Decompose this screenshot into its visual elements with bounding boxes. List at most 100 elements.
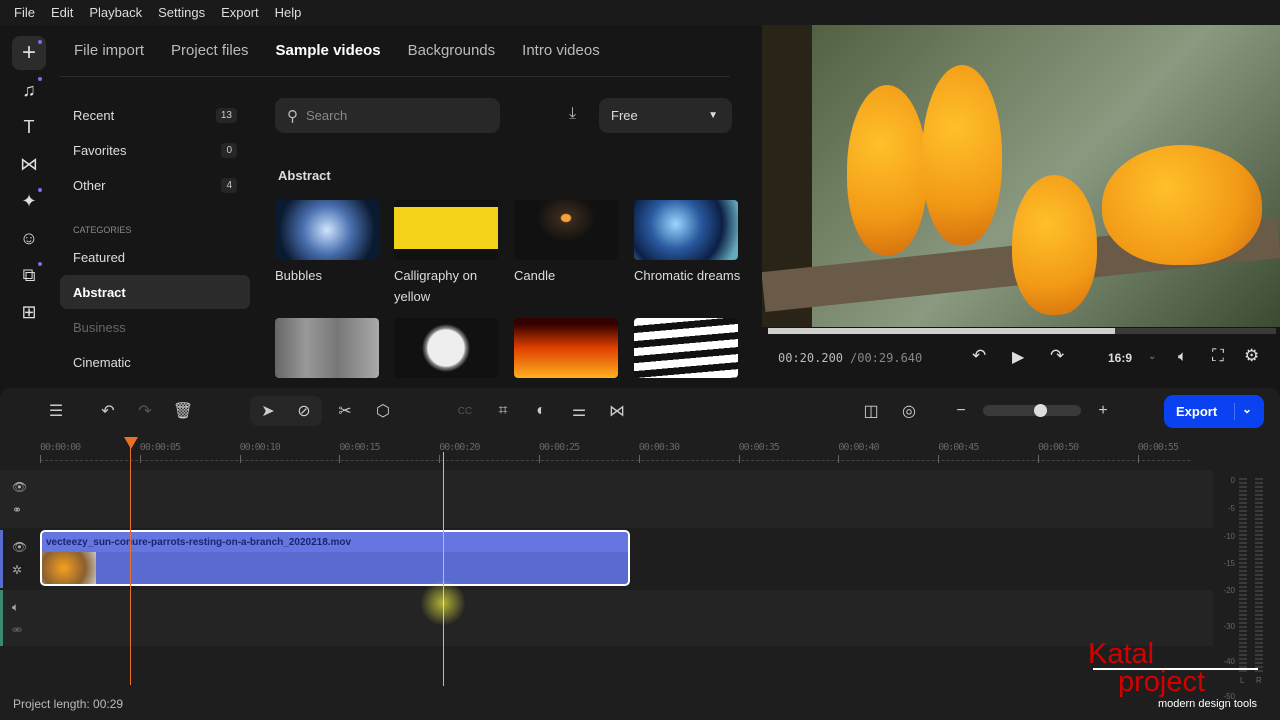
ruler-tick-label: 00:00:50 (1038, 442, 1079, 453)
marker-icon[interactable]: ⬡ (371, 400, 395, 422)
sticker-icon[interactable]: ☺ (12, 221, 46, 255)
category-abstract[interactable]: Abstract (60, 275, 250, 309)
ruler-tick-label: 00:00:35 (738, 442, 780, 453)
plus-icon[interactable]: + (12, 36, 46, 70)
category-business[interactable]: Business (60, 310, 250, 344)
ruler-tick-label: 00:00:25 (539, 442, 580, 453)
thumb-chromatic[interactable] (634, 200, 738, 260)
category-cinematic[interactable]: Cinematic (60, 345, 250, 379)
tab-file-import[interactable]: File import (74, 42, 144, 59)
audio-detach-icon[interactable]: ◫ (859, 400, 883, 422)
chevron-down-icon[interactable]: ⌄ (1242, 402, 1252, 416)
zoom-in-icon[interactable]: + (1091, 400, 1115, 422)
fullscreen-icon[interactable]: ⛶ (1212, 346, 1224, 366)
audio-track[interactable] (0, 590, 1213, 646)
category-featured[interactable]: Featured (60, 240, 250, 274)
playback-progress[interactable] (768, 328, 1276, 334)
video-track-1[interactable] (0, 470, 1213, 528)
scissors-icon[interactable]: ✂ (333, 400, 357, 422)
eye-icon[interactable]: 👁︎ (12, 480, 27, 494)
timeline-clip[interactable]: vecteezy_sun-conure-parrots-resting-on-a… (40, 530, 630, 586)
menu-help[interactable]: Help (267, 5, 310, 20)
clip-thumbnail (42, 552, 96, 584)
eye-icon[interactable]: 👁︎ (12, 540, 27, 554)
video-preview[interactable] (762, 25, 1280, 327)
menu-playback[interactable]: Playback (81, 5, 150, 20)
thumb-stripes[interactable] (634, 318, 738, 378)
tab-intro-videos[interactable]: Intro videos (522, 42, 600, 59)
ruler-tick-label: 00:00:20 (439, 442, 480, 453)
color-icon[interactable]: ◐ (529, 400, 553, 422)
tab-sample-videos[interactable]: Sample videos (276, 42, 381, 59)
speed-icon[interactable]: ◎ (897, 400, 921, 422)
settings-icon[interactable]: ⚙ (1244, 346, 1259, 366)
menu-edit[interactable]: Edit (43, 5, 81, 20)
menu-settings[interactable]: Settings (150, 5, 213, 20)
text-icon[interactable]: T (12, 110, 46, 144)
ripple-icon[interactable]: ⊘ (292, 400, 316, 422)
menu-export[interactable]: Export (213, 5, 267, 20)
ruler-major-tick (1038, 455, 1039, 463)
thumb-bubbles[interactable] (275, 200, 379, 260)
adjust-icon[interactable]: ⚌ (567, 400, 591, 422)
overlay-icon[interactable]: ⧉ (12, 258, 46, 292)
ruler-major-tick (139, 455, 141, 463)
effects-icon[interactable]: ✲ (12, 563, 22, 577)
media-tabs: File import Project files Sample videos … (60, 25, 730, 77)
ruler-major-tick (1137, 455, 1139, 463)
menu-bar: File Edit Playback Settings Export Help (0, 0, 1280, 25)
transition-icon[interactable]: ⋈ (12, 147, 46, 181)
ruler-tick-label: 00:00:55 (1137, 442, 1179, 453)
crop-icon[interactable]: ⌗ (491, 400, 515, 422)
zoom-slider[interactable] (983, 404, 1081, 417)
download-icon[interactable]: ⤓ (569, 105, 576, 123)
thumb-city[interactable] (275, 318, 379, 378)
rewind-icon[interactable]: ↶ (972, 346, 986, 366)
export-button[interactable]: Export ⌄ (1164, 395, 1264, 428)
price-filter-select[interactable]: Free ▼ (599, 98, 732, 133)
sidebar-item-other[interactable]: Other 4 (60, 168, 250, 202)
aspect-ratio-select[interactable]: 16:9 (1108, 351, 1132, 365)
playhead-handle[interactable] (124, 437, 138, 449)
delete-icon[interactable]: 🗑︎ (171, 400, 195, 422)
tab-project-files[interactable]: Project files (171, 42, 249, 59)
link-icon[interactable]: ⚭ (12, 503, 22, 517)
undo-icon[interactable]: ↶ (96, 400, 120, 422)
zoom-out-icon[interactable]: − (949, 400, 973, 422)
chevron-down-icon[interactable]: ⌄ (1148, 351, 1156, 362)
meter-label: -30 (1223, 621, 1235, 631)
add-track-icon[interactable]: ☰ (44, 400, 68, 422)
redo-icon[interactable]: ↷ (133, 400, 157, 422)
effects-icon[interactable]: ✦ (12, 184, 46, 218)
sidebar-item-favorites[interactable]: Favorites 0 (60, 133, 250, 167)
ruler-major-tick (439, 455, 441, 463)
transition-icon[interactable]: ⋈ (605, 400, 629, 422)
captions-icon[interactable]: CC (453, 400, 477, 422)
menu-file[interactable]: File (6, 5, 43, 20)
thumb-clock[interactable] (394, 318, 498, 378)
unlink-icon[interactable]: ⚮ (12, 623, 22, 637)
label: Favorites (73, 142, 127, 158)
label: Other (73, 177, 106, 193)
thumb-label: Chromatic dreams (634, 268, 741, 283)
pointer-icon[interactable]: ➤ (256, 400, 280, 422)
thumb-label: Bubbles (275, 268, 322, 283)
apps-icon[interactable]: ⊞ (12, 295, 46, 329)
tab-backgrounds[interactable]: Backgrounds (408, 42, 496, 59)
volume-icon[interactable]: 🔈︎ (1178, 348, 1187, 365)
meter-label: -5 (1227, 504, 1235, 514)
music-icon[interactable]: ♫ (12, 73, 46, 107)
thumb-calligraphy[interactable] (394, 200, 498, 260)
volume-icon[interactable]: 🔈︎ (12, 600, 19, 615)
search-input[interactable]: ⚲ Search (275, 98, 500, 133)
section-title: Abstract (278, 168, 331, 183)
sidebar-item-recent[interactable]: Recent 13 (60, 98, 250, 132)
watermark-logo: Katal project modern design tools (1088, 638, 1258, 710)
thumb-fire[interactable] (514, 318, 618, 378)
thumb-candle[interactable] (514, 200, 618, 260)
ruler-major-tick (838, 455, 840, 463)
meter-label: -20 (1223, 586, 1235, 596)
forward-icon[interactable]: ↷ (1050, 346, 1064, 366)
play-icon[interactable]: ▶ (1012, 347, 1024, 367)
playhead[interactable] (130, 445, 131, 685)
